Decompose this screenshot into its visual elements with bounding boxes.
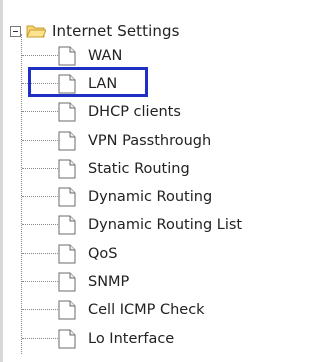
tree-item-label: VPN Passthrough	[88, 132, 212, 149]
tree-item-label: Static Routing	[88, 160, 190, 177]
tree-connector-branch	[22, 338, 58, 339]
tree-item-dhcp-clients[interactable]: DHCP clients	[58, 99, 181, 124]
tree-connector-branch	[22, 196, 58, 197]
tree-item-lo-interface[interactable]: Lo Interface	[58, 326, 174, 351]
tree-item-qos[interactable]: QoS	[58, 241, 118, 266]
tree-item-static-routing[interactable]: Static Routing	[58, 156, 190, 181]
folder-open-icon	[26, 25, 46, 38]
tree-connector-line	[21, 34, 22, 354]
navigation-tree: Internet Settings WAN LAN DHCP clients V…	[0, 0, 320, 362]
tree-connector-branch	[22, 309, 58, 310]
tree-item-vpn-passthrough[interactable]: VPN Passthrough	[58, 128, 211, 153]
page-icon	[58, 215, 76, 234]
tree-item-wan[interactable]: WAN	[58, 43, 122, 68]
tree-item-cell-icmp-check[interactable]: Cell ICMP Check	[58, 297, 205, 322]
collapse-toggle-icon[interactable]	[10, 25, 21, 37]
tree-connector-branch	[22, 281, 58, 282]
tree-item-label: DHCP clients	[88, 103, 181, 120]
tree-item-label: Dynamic Routing List	[88, 216, 243, 233]
tree-item-dynamic-routing-list[interactable]: Dynamic Routing List	[58, 212, 242, 237]
tree-item-snmp[interactable]: SNMP	[58, 269, 129, 294]
tree-node-label: Internet Settings	[52, 22, 180, 40]
page-icon	[58, 187, 76, 206]
page-icon	[58, 272, 76, 291]
page-icon	[58, 131, 76, 150]
page-icon	[58, 159, 76, 178]
tree-connector-branch	[22, 111, 58, 112]
tree-item-label: Lo Interface	[88, 330, 175, 347]
selection-highlight	[28, 67, 148, 97]
tree-connector-branch	[22, 253, 58, 254]
tree-item-dynamic-routing[interactable]: Dynamic Routing	[58, 184, 212, 209]
page-icon	[58, 46, 76, 65]
page-icon	[58, 329, 76, 348]
page-icon	[58, 300, 76, 319]
tree-connector-branch	[22, 224, 58, 225]
tree-connector-branch	[22, 55, 58, 56]
page-icon	[58, 102, 76, 121]
tree-item-label: WAN	[88, 47, 123, 64]
tree-connector-branch	[22, 168, 58, 169]
tree-connector-branch	[22, 140, 58, 141]
tree-item-label: QoS	[88, 245, 118, 262]
tree-item-label: Cell ICMP Check	[88, 301, 205, 318]
page-icon	[58, 244, 76, 263]
tree-node-internet-settings[interactable]: Internet Settings	[10, 18, 180, 44]
tree-item-label: Dynamic Routing	[88, 188, 213, 205]
tree-item-label: SNMP	[88, 273, 130, 290]
